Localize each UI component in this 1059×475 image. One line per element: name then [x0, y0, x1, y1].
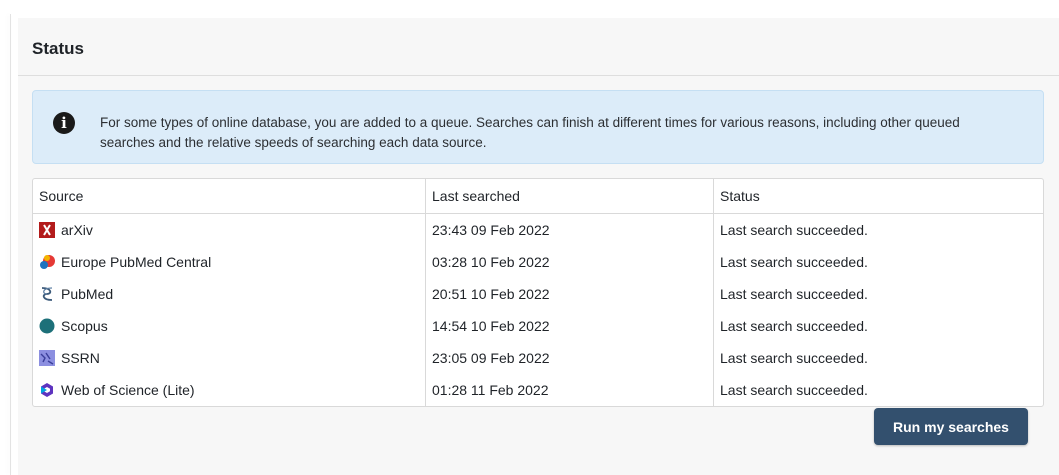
- status-panel-header: Status: [18, 18, 1059, 76]
- source-name: Scopus: [61, 318, 108, 334]
- source-cell: Scopus: [33, 310, 426, 342]
- column-header-source: Source: [33, 179, 426, 214]
- page-edge-divider: [10, 14, 11, 475]
- page: Status i For some types of online databa…: [0, 0, 1059, 475]
- source-cell: arXiv: [33, 214, 426, 247]
- ssrn-logo-icon: [39, 350, 55, 366]
- status-cell: Last search succeeded.: [713, 310, 1043, 342]
- pubmed-logo-icon: [41, 287, 53, 301]
- web-of-science-logo-icon: [41, 383, 53, 397]
- status-cell: Last search succeeded.: [713, 278, 1043, 310]
- source-cell: PubMed: [33, 278, 426, 310]
- status-cell: Last search succeeded.: [713, 213, 1043, 246]
- info-icon: i: [53, 112, 75, 134]
- source-cell: Europe PubMed Central: [33, 246, 426, 278]
- info-notice-text: For some types of online database, you a…: [100, 115, 960, 150]
- status-cell: Last search succeeded.: [713, 374, 1043, 406]
- source-name: Web of Science (Lite): [61, 382, 195, 398]
- status-panel: Status i For some types of online databa…: [18, 18, 1059, 475]
- last-searched-cell: 01:28 11 Feb 2022: [425, 374, 714, 406]
- source-name: Europe PubMed Central: [61, 254, 212, 270]
- last-searched-cell: 03:28 10 Feb 2022: [425, 246, 714, 278]
- source-cell: Web of Science (Lite): [33, 374, 426, 406]
- sources-table: Source Last searched Status arXiv 23:43 …: [33, 179, 1043, 406]
- last-searched-cell: 14:54 10 Feb 2022: [425, 310, 714, 342]
- table-row: Scopus 14:54 10 Feb 2022 Last search suc…: [33, 310, 1043, 342]
- last-searched-cell: 23:43 09 Feb 2022: [425, 213, 714, 246]
- europe-pmc-logo-icon: [40, 255, 55, 269]
- column-header-last-searched: Last searched: [425, 179, 714, 214]
- table-row: Web of Science (Lite) 01:28 11 Feb 2022 …: [33, 374, 1043, 406]
- sources-table-container: Source Last searched Status arXiv 23:43 …: [32, 178, 1044, 407]
- source-name: arXiv: [61, 222, 93, 238]
- table-row: PubMed 20:51 10 Feb 2022 Last search suc…: [33, 278, 1043, 310]
- column-header-status: Status: [713, 179, 1043, 214]
- status-cell: Last search succeeded.: [713, 246, 1043, 278]
- source-name: PubMed: [61, 286, 114, 302]
- run-my-searches-button[interactable]: Run my searches: [874, 408, 1028, 445]
- table-header-row: Source Last searched Status: [33, 179, 1043, 214]
- source-cell: SSRN: [33, 342, 426, 374]
- scopus-logo-icon: [39, 318, 55, 334]
- source-name: SSRN: [61, 350, 100, 366]
- table-row: SSRN 23:05 09 Feb 2022 Last search succe…: [33, 342, 1043, 374]
- table-row: Europe PubMed Central 03:28 10 Feb 2022 …: [33, 246, 1043, 278]
- arxiv-logo-icon: [39, 222, 55, 238]
- panel-title: Status: [32, 39, 84, 58]
- table-row: arXiv 23:43 09 Feb 2022 Last search succ…: [33, 213, 1043, 247]
- last-searched-cell: 23:05 09 Feb 2022: [425, 342, 714, 374]
- last-searched-cell: 20:51 10 Feb 2022: [425, 278, 714, 310]
- status-cell: Last search succeeded.: [713, 342, 1043, 374]
- info-notice: i For some types of online database, you…: [32, 90, 1044, 164]
